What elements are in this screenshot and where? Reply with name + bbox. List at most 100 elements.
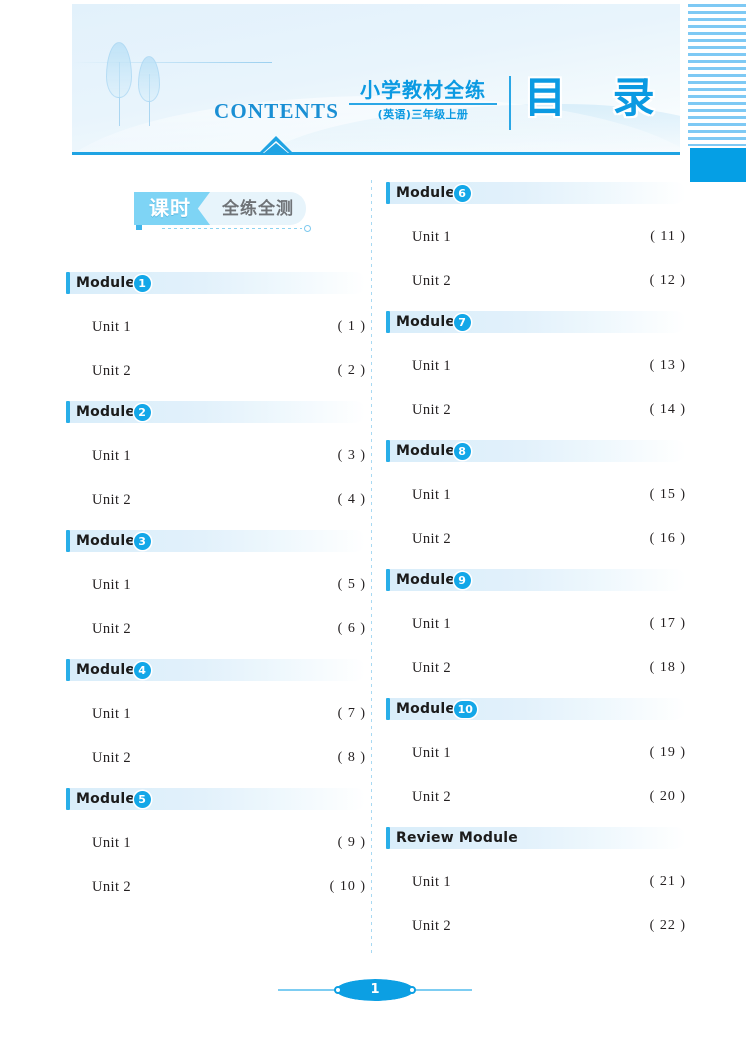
column-divider xyxy=(371,180,372,955)
leader-dots xyxy=(459,790,634,804)
module-header-bar[interactable]: Module 2 xyxy=(66,401,366,423)
unit-label: Unit 2 xyxy=(92,749,132,766)
page-number: 1 xyxy=(370,982,380,997)
toc-unit-row[interactable]: Unit 1 ( 19 ) xyxy=(386,742,686,764)
module-group: Review Module Unit 1 ( 21 ) Unit 2 ( 22 ) xyxy=(386,827,686,937)
module-number-badge: 5 xyxy=(133,791,151,808)
leader-dots xyxy=(139,493,314,507)
toc-unit-row[interactable]: Unit 2 ( 8 ) xyxy=(66,747,366,769)
module-header-bar[interactable]: Module 5 xyxy=(66,788,366,810)
module-group: Module 10 Unit 1 ( 19 ) Unit 2 ( 20 ) xyxy=(386,698,686,808)
section-badge-end-dot-icon xyxy=(304,225,311,232)
module-group: Module 9 Unit 1 ( 17 ) Unit 2 ( 18 ) xyxy=(386,569,686,679)
book-title-block: 小学教材全练 (英语)三年级上册 xyxy=(349,79,497,122)
toc-unit-row[interactable]: Unit 1 ( 1 ) xyxy=(66,316,366,338)
toc-unit-row[interactable]: Unit 2 ( 10 ) xyxy=(66,876,366,898)
toc-unit-row[interactable]: Unit 2 ( 2 ) xyxy=(66,360,366,382)
module-group: Module 6 Unit 1 ( 11 ) Unit 2 ( 12 ) xyxy=(386,182,686,292)
module-header-bar[interactable]: Module 1 xyxy=(66,272,366,294)
module-header-bar[interactable]: Module 4 xyxy=(66,659,366,681)
module-header-bar[interactable]: Module 7 xyxy=(386,311,686,333)
module-group: Module 8 Unit 1 ( 15 ) Unit 2 ( 16 ) xyxy=(386,440,686,550)
unit-label: Unit 2 xyxy=(412,272,452,289)
toc-unit-row[interactable]: Unit 2 ( 12 ) xyxy=(386,270,686,292)
unit-page-number: ( 22 ) xyxy=(649,918,686,933)
section-badge-start-square-icon xyxy=(136,225,142,230)
toc-column-left: Module 1 Unit 1( 1 ) Unit 2( 2 ) Module 2 Unit… xyxy=(66,272,366,898)
contents-heading: CONTENTS xyxy=(214,99,340,123)
unit-page-number: ( 18 ) xyxy=(649,660,686,675)
module-header-bar[interactable]: Review Module xyxy=(386,827,686,849)
leader-dots xyxy=(139,449,314,463)
toc-unit-row[interactable]: Unit 1 ( 17 ) xyxy=(386,613,686,635)
toc-unit-row[interactable]: Unit 2 ( 20 ) xyxy=(386,786,686,808)
unit-page-number: ( 5 ) xyxy=(337,577,366,592)
unit-label: Unit 1 xyxy=(412,228,452,245)
unit-label: Unit 2 xyxy=(92,491,132,508)
unit-page-number: ( 17 ) xyxy=(649,616,686,631)
toc-unit-row[interactable]: Unit 2 ( 14 ) xyxy=(386,399,686,421)
toc-unit-row[interactable]: Unit 1 ( 5 ) xyxy=(66,574,366,596)
unit-page-number: ( 16 ) xyxy=(649,531,686,546)
toc-unit-row[interactable]: Unit 2 ( 22 ) xyxy=(386,915,686,937)
unit-page-number: ( 3 ) xyxy=(337,448,366,463)
edge-stripes-decoration xyxy=(688,4,746,146)
module-header-bar[interactable]: Module 6 xyxy=(386,182,686,204)
unit-label: Unit 2 xyxy=(412,530,452,547)
unit-page-number: ( 12 ) xyxy=(649,273,686,288)
toc-unit-row[interactable]: Unit 2 ( 4 ) xyxy=(66,489,366,511)
module-group: Module 1 Unit 1 ( 1 ) Unit 2 ( 2 ) xyxy=(66,272,366,382)
unit-label: Unit 1 xyxy=(412,615,452,632)
unit-page-number: ( 4 ) xyxy=(337,492,366,507)
toc-unit-row[interactable]: Unit 1 ( 9 ) xyxy=(66,832,366,854)
unit-label: Unit 2 xyxy=(92,362,132,379)
section-badge-flag-label: 课时 xyxy=(149,196,191,220)
module-number-badge: 3 xyxy=(133,533,151,550)
tree-leaf xyxy=(106,42,132,98)
unit-label: Unit 1 xyxy=(92,447,132,464)
unit-label: Unit 1 xyxy=(412,486,452,503)
leader-dots xyxy=(459,617,634,631)
module-title: Module xyxy=(396,443,456,459)
toc-unit-row[interactable]: Unit 2 ( 16 ) xyxy=(386,528,686,550)
leader-dots xyxy=(459,274,634,288)
toc-unit-row[interactable]: Unit 2 ( 6 ) xyxy=(66,618,366,640)
module-number-badge: 8 xyxy=(453,443,471,460)
module-title: Module xyxy=(396,701,456,717)
toc-unit-row[interactable]: Unit 1 ( 13 ) xyxy=(386,355,686,377)
toc-unit-row[interactable]: Unit 1 ( 11 ) xyxy=(386,226,686,248)
book-title: 小学教材全练 xyxy=(360,78,486,102)
module-title: Module xyxy=(76,533,136,549)
module-number-badge: 6 xyxy=(453,185,471,202)
module-header-bar[interactable]: Module 8 xyxy=(386,440,686,462)
module-header-bar[interactable]: Module 9 xyxy=(386,569,686,591)
footer-ring-right-icon xyxy=(408,986,416,994)
unit-label: Unit 1 xyxy=(92,318,132,335)
module-title: Module xyxy=(396,314,456,330)
unit-label: Unit 1 xyxy=(92,834,132,851)
footer-line-right xyxy=(410,989,472,991)
toc-unit-row[interactable]: Unit 2 ( 18 ) xyxy=(386,657,686,679)
unit-label: Unit 1 xyxy=(412,357,452,374)
module-header-bar[interactable]: Module 3 xyxy=(66,530,366,552)
module-title: Module xyxy=(396,185,456,201)
toc-unit-row[interactable]: Unit 1 ( 15 ) xyxy=(386,484,686,506)
module-header-bar[interactable]: Module 10 xyxy=(386,698,686,720)
module-number-badge: 4 xyxy=(133,662,151,679)
leader-dots xyxy=(459,532,634,546)
toc-unit-row[interactable]: Unit 1 ( 21 ) xyxy=(386,871,686,893)
unit-label: Unit 1 xyxy=(92,576,132,593)
toc-unit-row[interactable]: Unit 1 ( 7 ) xyxy=(66,703,366,725)
toc-unit-row[interactable]: Unit 1 ( 3 ) xyxy=(66,445,366,467)
unit-page-number: ( 1 ) xyxy=(337,319,366,334)
leader-dots xyxy=(459,746,634,760)
leader-dots xyxy=(459,661,634,675)
unit-page-number: ( 6 ) xyxy=(337,621,366,636)
module-group: Module 2 Unit 1 ( 3 ) Unit 2 ( 4 ) xyxy=(66,401,366,511)
module-number-badge: 2 xyxy=(133,404,151,421)
book-subtitle: (英语)三年级上册 xyxy=(377,108,469,121)
module-number-badge: 7 xyxy=(453,314,471,331)
unit-label: Unit 2 xyxy=(412,401,452,418)
unit-page-number: ( 11 ) xyxy=(650,229,686,244)
unit-label: Unit 2 xyxy=(412,788,452,805)
